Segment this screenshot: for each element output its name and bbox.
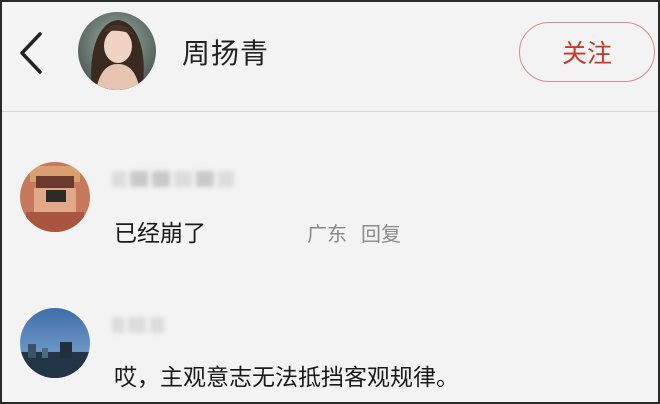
blurred-username	[112, 168, 234, 190]
profile-header: 周扬青 关注	[2, 2, 658, 112]
comment-location: 广东	[307, 222, 347, 246]
comment-text: 已经崩了	[114, 221, 206, 247]
profile-avatar[interactable]	[78, 12, 156, 90]
reply-button[interactable]: 回复	[361, 222, 401, 246]
comment-item: 已经崩了 广东 回复	[2, 152, 658, 262]
screenshot-frame: 周扬青 关注 已经崩了 广东 回复 哎，主观意志无法抵挡客观规律。	[0, 0, 660, 404]
comment-meta: 广东 回复	[307, 218, 401, 247]
blurred-username	[112, 314, 164, 336]
comment-item: 哎，主观意志无法抵挡客观规律。	[2, 300, 658, 400]
commenter-avatar[interactable]	[20, 308, 90, 378]
profile-name: 周扬青	[182, 37, 270, 70]
commenter-avatar[interactable]	[20, 162, 90, 232]
back-button[interactable]	[12, 28, 52, 78]
chevron-left-icon	[20, 32, 42, 74]
comment-text: 哎，主观意志无法抵挡客观规律。	[114, 365, 459, 391]
follow-button[interactable]: 关注	[519, 22, 655, 82]
